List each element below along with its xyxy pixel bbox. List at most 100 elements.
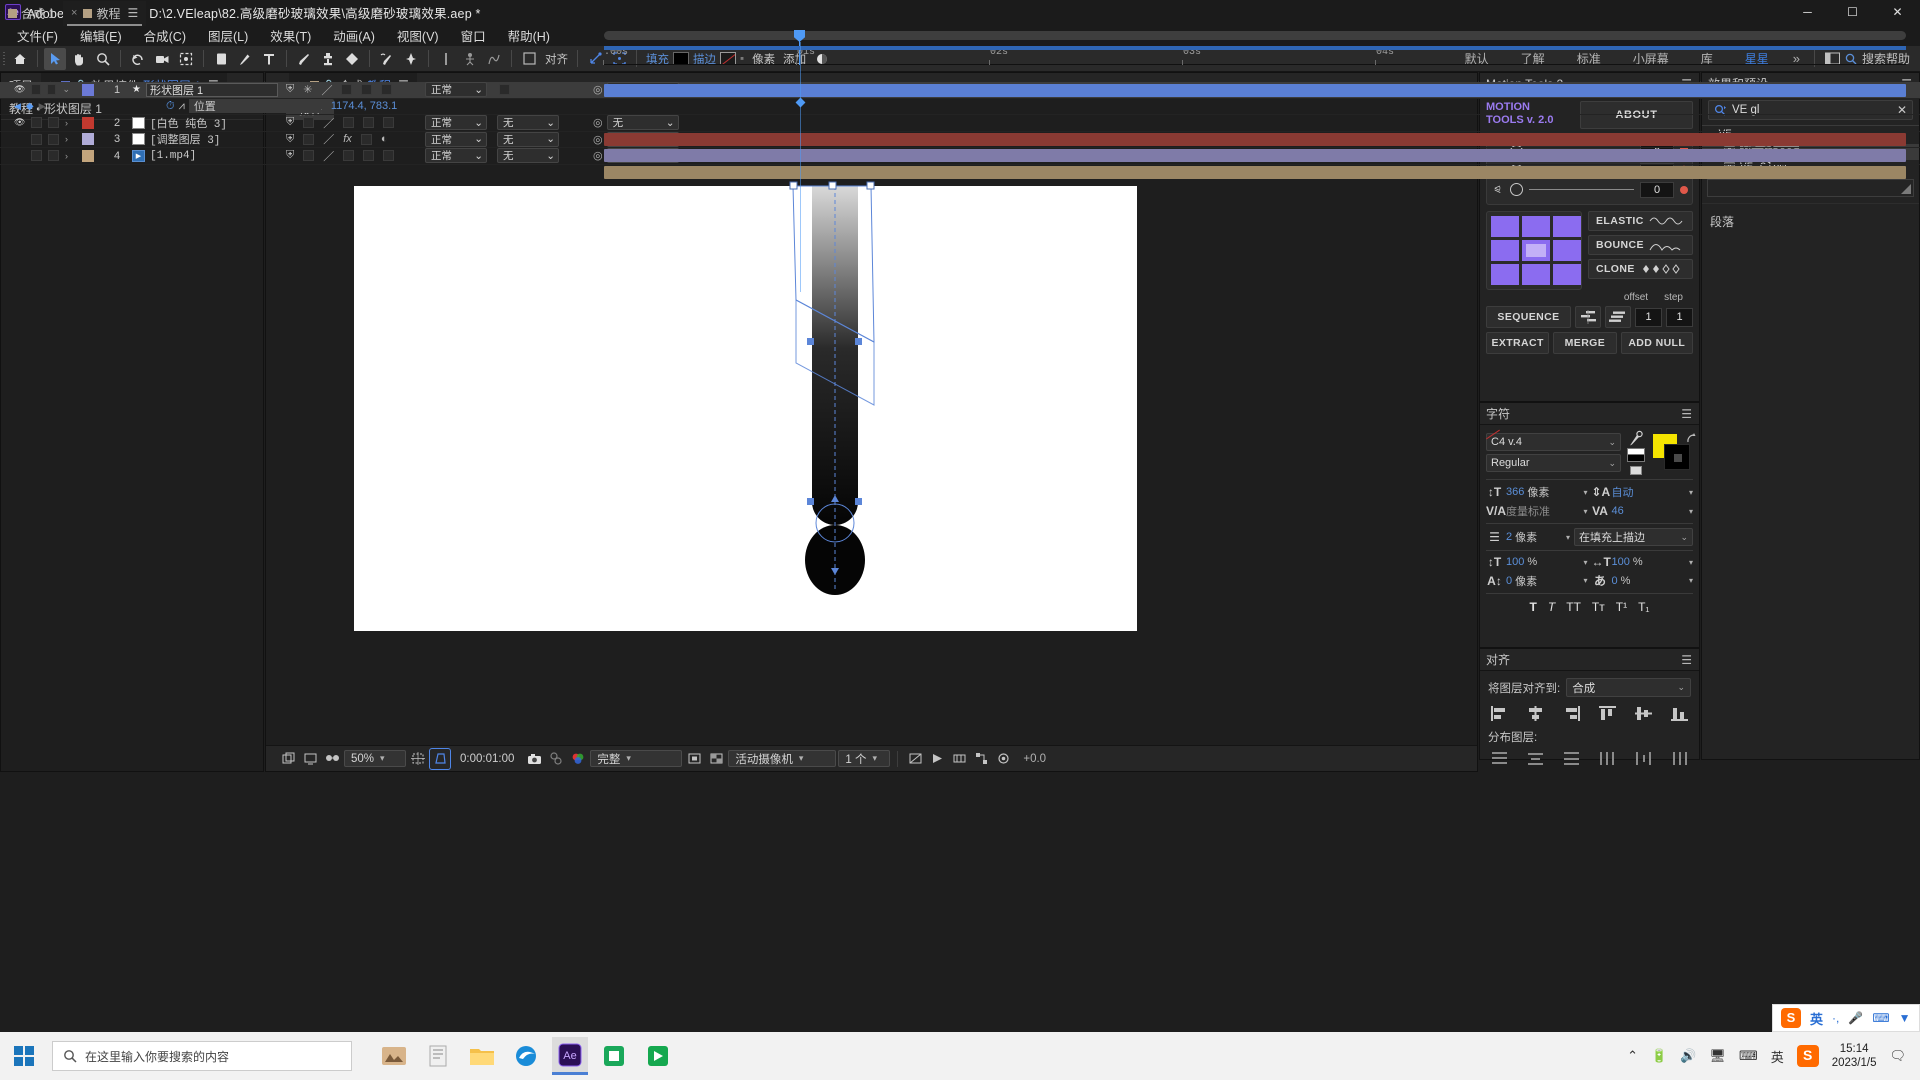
font-size-field[interactable]: ↕T 366 像素 ▾ — [1486, 484, 1588, 500]
channels-icon[interactable] — [568, 749, 588, 769]
ime-tray-label[interactable]: 英 — [1771, 1047, 1784, 1066]
snapping-checkbox-icon[interactable] — [518, 48, 540, 70]
sequence-mode-a-button[interactable] — [1575, 306, 1601, 328]
bounce-button[interactable]: BOUNCE — [1588, 235, 1693, 255]
show-snapshot-icon[interactable] — [546, 749, 566, 769]
layer-color-chip[interactable] — [82, 133, 94, 146]
timeline-bar-area[interactable] — [604, 42, 1906, 292]
layer-name[interactable]: [调整图层 3] — [150, 131, 220, 147]
views-select[interactable]: 1 个 ▾ — [838, 750, 891, 767]
anchor-cell-bc[interactable] — [1522, 264, 1550, 285]
font-family-select[interactable]: C4 v.4 ⌄ — [1486, 433, 1621, 451]
playhead-handle-icon[interactable] — [794, 30, 805, 42]
kerning-value[interactable]: 度量标准 — [1506, 503, 1550, 519]
row4-sw-c[interactable] — [383, 150, 395, 162]
eyedropper-icon[interactable] — [1629, 430, 1643, 446]
distribute-top-icon[interactable] — [1491, 751, 1508, 766]
layer-name[interactable]: [白色 纯色 3] — [150, 115, 227, 131]
leading-field[interactable]: ⇕A 自动 ▾ — [1592, 484, 1694, 500]
layer-color-chip[interactable] — [82, 116, 94, 129]
layer-lock-toggle[interactable]: ⌄ — [62, 84, 70, 95]
parent-pickwhip-icon[interactable]: ◎ — [593, 149, 603, 162]
brush-tool-icon[interactable] — [293, 48, 315, 70]
layer-color-chip[interactable] — [82, 83, 94, 96]
anchor-cell-bl[interactable] — [1491, 264, 1519, 285]
main-viewer-icon[interactable] — [300, 749, 320, 769]
sequence-mode-b-button[interactable] — [1605, 306, 1631, 328]
anchor-align-icon-2[interactable] — [459, 48, 481, 70]
menu-view[interactable]: 视图(V) — [386, 24, 450, 47]
align-horizontal-center-icon[interactable] — [1527, 706, 1544, 721]
region-interest-toggle-icon[interactable] — [684, 749, 704, 769]
keyframe-marker-icon[interactable]: ◆ — [26, 101, 34, 112]
baseline-shift-field[interactable]: A↕ 0 像素 ▾ — [1486, 573, 1587, 589]
stroke-black-swatch[interactable] — [1627, 455, 1645, 462]
maximize-button[interactable]: ☐ — [1830, 0, 1875, 24]
exposure-icon[interactable] — [993, 749, 1013, 769]
pen-tool-icon[interactable] — [234, 48, 256, 70]
anchor-cell-mr[interactable] — [1553, 240, 1581, 261]
layer-audio-toggle[interactable] — [31, 84, 41, 96]
superscript-button[interactable]: T¹ — [1616, 600, 1627, 614]
font-size-value[interactable]: 366 — [1506, 486, 1524, 498]
always-preview-icon[interactable] — [278, 749, 298, 769]
layer-color-chip[interactable] — [82, 149, 94, 162]
row4-quality-icon[interactable]: ／ — [323, 148, 334, 164]
row4-shy-icon[interactable]: ⛨ — [286, 149, 294, 162]
leading-value[interactable]: 自动 — [1612, 484, 1634, 500]
align-bottom-icon[interactable] — [1671, 706, 1688, 721]
merge-button[interactable]: MERGE — [1553, 332, 1617, 354]
close-button[interactable]: ✕ — [1875, 0, 1920, 24]
row2-shy-icon[interactable]: ⛨ — [286, 116, 294, 129]
hand-tool-icon[interactable] — [68, 48, 90, 70]
sogou-ime-icon[interactable]: S — [1781, 1008, 1801, 1028]
parent-pickwhip-icon[interactable]: ◎ — [593, 83, 603, 96]
layer-expand-icon[interactable]: › — [65, 151, 68, 161]
row3-adjustment-icon[interactable]: ◐ — [381, 133, 388, 145]
layer-expand-icon[interactable]: › — [65, 134, 68, 144]
prev-keyframe-icon[interactable]: ◀ — [14, 101, 21, 112]
camera-select[interactable]: 活动摄像机 ▾ — [728, 750, 837, 767]
distribute-left-icon[interactable] — [1599, 751, 1616, 766]
layer-solo-toggle[interactable] — [48, 150, 59, 162]
taskbar-search-input[interactable]: 在这里输入你要搜索的内容 — [52, 1041, 352, 1071]
battery-icon[interactable]: 🔋 — [1651, 1048, 1667, 1064]
layer-name[interactable]: [1.mp4] — [150, 150, 196, 162]
distribute-right-icon[interactable] — [1671, 751, 1688, 766]
row1-sw-c[interactable] — [381, 84, 393, 96]
row1-collapse-icon[interactable]: ✳ — [303, 83, 312, 96]
all-caps-button[interactable]: TT — [1566, 600, 1581, 614]
row4-sw-0[interactable] — [303, 150, 315, 162]
menu-composition[interactable]: 合成(C) — [133, 24, 197, 47]
taskbar-app-edge-icon[interactable] — [508, 1037, 544, 1075]
volume-icon[interactable]: 🔊 — [1680, 1048, 1696, 1064]
taskbar-app-notes-icon[interactable] — [420, 1037, 456, 1075]
timeline-jump-icon[interactable] — [949, 749, 969, 769]
layer-visibility-icon[interactable]: 👁 — [14, 84, 25, 95]
row1-trkmat-box[interactable] — [499, 84, 510, 96]
pixel-aspect-icon[interactable] — [905, 749, 925, 769]
layer-solo-toggle[interactable] — [46, 84, 57, 96]
stroke-order-select[interactable]: 在填充上描边 ⌄ — [1574, 528, 1693, 546]
tsume-value[interactable]: 0 — [1612, 575, 1618, 587]
exposure-value[interactable]: +0.0 — [1015, 753, 1054, 765]
timeline-panel-menu-icon[interactable]: ☰ — [127, 6, 138, 20]
tab-timeline-tutorial[interactable]: × 教程 ☰ — [63, 0, 147, 26]
property-value[interactable]: 1174.4, 783.1 — [321, 100, 397, 112]
taskbar-app-greenapp2-icon[interactable] — [640, 1037, 676, 1075]
region-of-interest-icon[interactable] — [408, 749, 428, 769]
stroke-width-field[interactable]: ☰ 2 像素 ▾ — [1486, 529, 1570, 545]
anchor-cell-center[interactable] — [1522, 240, 1550, 261]
text-stroke-color-swatch[interactable] — [1664, 444, 1690, 470]
anchor-align-icon-1[interactable] — [435, 48, 457, 70]
align-right-icon[interactable] — [1563, 706, 1580, 721]
tsume-field[interactable]: あ 0 % ▾ — [1592, 572, 1693, 589]
minimize-button[interactable]: ─ — [1785, 0, 1830, 24]
stroke-width-value[interactable]: 2 — [1506, 531, 1512, 543]
vertical-scale-field[interactable]: ↕T 100 % ▾ — [1486, 555, 1588, 569]
kerning-field[interactable]: V/A 度量标准 ▾ — [1486, 503, 1588, 519]
camera-tool-icon[interactable] — [151, 48, 173, 70]
viewer-timecode[interactable]: 0:00:01:00 — [452, 753, 522, 765]
taskbar-app-explorer-icon[interactable] — [464, 1037, 500, 1075]
graph-icon[interactable]: ⩘ — [179, 100, 185, 113]
